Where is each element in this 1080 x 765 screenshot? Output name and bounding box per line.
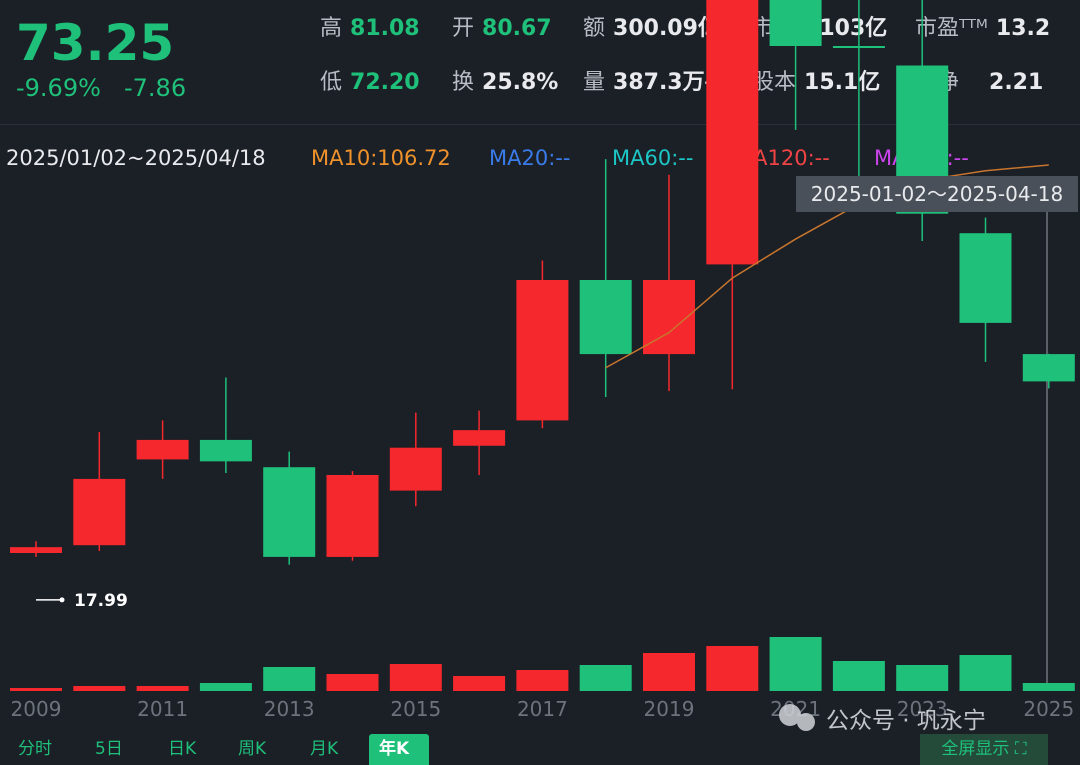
candle-2020 <box>706 0 759 390</box>
volume-bar-2013 <box>263 667 316 691</box>
volume-bar-2015 <box>389 664 442 691</box>
candle-2009 <box>10 541 62 557</box>
candle-2019 <box>643 174 695 392</box>
x-tick-2013: 2013 <box>264 697 315 721</box>
tab-5day[interactable]: 5日 <box>85 734 133 765</box>
volume-bar-2025 <box>1022 683 1075 691</box>
volume-bar-2011 <box>136 686 189 691</box>
candle-body <box>136 439 189 460</box>
candle-body <box>706 0 759 265</box>
candle-2025 <box>1022 353 1075 389</box>
min-price-label: 17.99 <box>74 591 128 611</box>
candle-2016 <box>453 410 506 475</box>
tab-yearly-k[interactable]: 年K <box>369 734 429 765</box>
volume-bar-2020 <box>706 646 759 691</box>
volume-bar-2009 <box>10 688 62 691</box>
volume-bar-2017 <box>516 670 569 691</box>
volume-bar-2021 <box>769 637 822 691</box>
candle-body <box>389 447 442 491</box>
volume-bar-2010 <box>73 686 126 691</box>
candle-body <box>579 280 632 355</box>
x-tick-2015: 2015 <box>390 697 441 721</box>
x-tick-2025: 2025 <box>1023 697 1074 721</box>
min-marker-dot <box>59 597 65 603</box>
x-tick-2019: 2019 <box>644 697 695 721</box>
candle-body <box>769 0 822 46</box>
volume-bar-2024 <box>959 655 1012 691</box>
candle-body <box>453 430 506 446</box>
candlestick-chart[interactable]: 232.6417.9920092011201320152017201920212… <box>0 0 1080 765</box>
candle-body <box>326 475 379 557</box>
candle-body <box>959 233 1012 323</box>
x-tick-2017: 2017 <box>517 697 568 721</box>
candle-2013 <box>263 451 316 565</box>
volume-bar-2012 <box>199 683 252 691</box>
tab-intraday[interactable]: 分时 <box>8 734 62 765</box>
expand-icon: ⛶ <box>1014 739 1027 759</box>
volume-bar-2018 <box>579 665 632 691</box>
tab-weekly-k[interactable]: 周K <box>228 734 276 765</box>
candle-body <box>10 547 62 553</box>
candle-2021 <box>769 0 822 130</box>
tab-monthly-k[interactable]: 月K <box>300 734 348 765</box>
candle-body <box>516 280 569 421</box>
volume-bar-2014 <box>326 674 379 691</box>
tab-daily-k[interactable]: 日K <box>158 734 206 765</box>
candle-2010 <box>73 432 126 552</box>
volume-bar-2016 <box>453 676 506 691</box>
candle-2024 <box>959 217 1012 362</box>
candle-2018 <box>579 159 632 397</box>
cursor-range-tag: 2025-01-02～2025-04-18 <box>796 176 1078 212</box>
x-tick-2011: 2011 <box>137 697 188 721</box>
candle-body <box>73 478 126 546</box>
volume-bar-2022 <box>832 661 885 691</box>
fullscreen-button[interactable]: 全屏显示 ⛶ <box>920 734 1048 765</box>
volume-bar-2019 <box>643 653 695 691</box>
volume-bar-2023 <box>896 665 949 691</box>
candle-2011 <box>136 420 189 479</box>
fullscreen-label: 全屏显示 <box>941 739 1010 759</box>
candle-body <box>263 467 316 557</box>
candle-2017 <box>516 260 569 429</box>
candle-body <box>1022 354 1075 382</box>
x-tick-2009: 2009 <box>11 697 62 721</box>
candle-body <box>832 46 885 48</box>
candle-2012 <box>199 377 252 474</box>
candle-2014 <box>326 471 379 561</box>
candle-body <box>199 439 252 462</box>
candle-2015 <box>389 412 442 507</box>
watermark-text: 公众号 · 巩永宁 <box>826 708 986 734</box>
wechat-icon-2 <box>797 713 815 731</box>
